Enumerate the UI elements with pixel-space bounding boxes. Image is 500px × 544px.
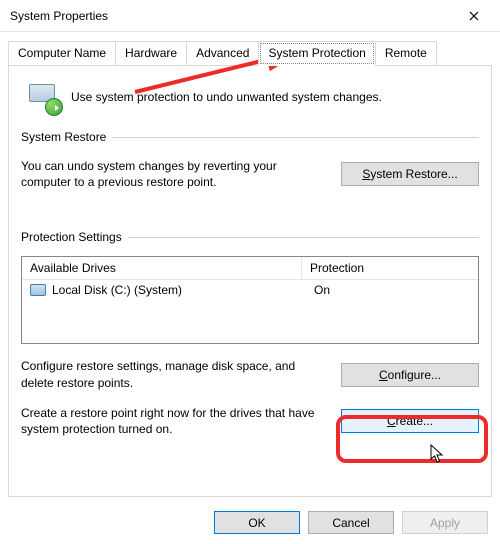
- group-system-restore: System Restore You can undo system chang…: [21, 130, 479, 204]
- drive-status: On: [314, 283, 470, 297]
- configure-description: Configure restore settings, manage disk …: [21, 358, 327, 390]
- configure-button[interactable]: Configure...: [341, 363, 479, 387]
- legend-protection-settings: Protection Settings: [21, 230, 128, 244]
- group-protection-settings: Protection Settings Available Drives Pro…: [21, 230, 479, 451]
- dialog-button-bar: OK Cancel Apply: [0, 505, 500, 544]
- tab-remote[interactable]: Remote: [375, 41, 437, 66]
- cancel-button[interactable]: Cancel: [308, 511, 394, 534]
- close-icon: [469, 11, 479, 21]
- col-protection: Protection: [302, 257, 478, 279]
- disk-icon: [30, 284, 46, 296]
- table-row[interactable]: Local Disk (C:) (System) On: [22, 280, 478, 300]
- intro-row: Use system protection to undo unwanted s…: [27, 80, 479, 114]
- tab-page-system-protection: Use system protection to undo unwanted s…: [8, 65, 492, 497]
- tab-computer-name[interactable]: Computer Name: [8, 41, 116, 66]
- system-protection-icon: [27, 80, 61, 114]
- tab-hardware[interactable]: Hardware: [115, 41, 187, 66]
- table-header: Available Drives Protection: [22, 257, 478, 280]
- system-restore-button[interactable]: System Restore...: [341, 162, 479, 186]
- tab-advanced[interactable]: Advanced: [186, 41, 259, 66]
- ok-button[interactable]: OK: [214, 511, 300, 534]
- legend-system-restore: System Restore: [21, 130, 112, 144]
- create-button[interactable]: Create...: [341, 409, 479, 433]
- close-button[interactable]: [454, 1, 494, 31]
- restore-description: You can undo system changes by reverting…: [21, 158, 327, 190]
- intro-text: Use system protection to undo unwanted s…: [71, 90, 382, 104]
- tab-strip: Computer Name Hardware Advanced System P…: [8, 41, 492, 66]
- titlebar: System Properties: [0, 0, 500, 32]
- drive-name: Local Disk (C:) (System): [52, 283, 308, 297]
- window-title: System Properties: [10, 9, 454, 23]
- create-description: Create a restore point right now for the…: [21, 405, 327, 437]
- tab-system-protection[interactable]: System Protection: [258, 41, 375, 66]
- col-available-drives: Available Drives: [22, 257, 302, 279]
- drives-table[interactable]: Available Drives Protection Local Disk (…: [21, 256, 479, 344]
- apply-button: Apply: [402, 511, 488, 534]
